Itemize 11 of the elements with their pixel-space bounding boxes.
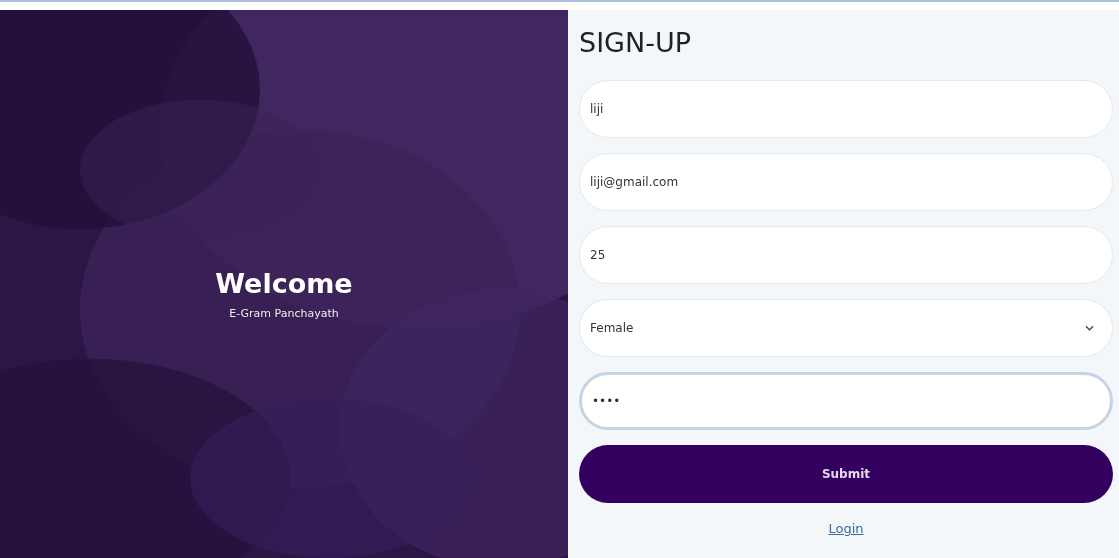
input-field[interactable]: •••• [579,372,1113,430]
submit-button[interactable]: Submit [579,445,1113,503]
chevron-down-icon [1085,325,1094,331]
input-field[interactable]: liji@gmail.com [579,153,1113,211]
welcome-subtitle: E-Gram Panchayath [229,307,339,320]
gender-select[interactable]: Female [579,299,1113,357]
welcome-heading: Welcome [215,268,353,299]
input-field[interactable]: 25 [579,226,1113,284]
login-link[interactable]: Login [828,521,864,536]
input-field[interactable]: liji [579,80,1113,138]
form-title: SIGN-UP [579,26,692,60]
